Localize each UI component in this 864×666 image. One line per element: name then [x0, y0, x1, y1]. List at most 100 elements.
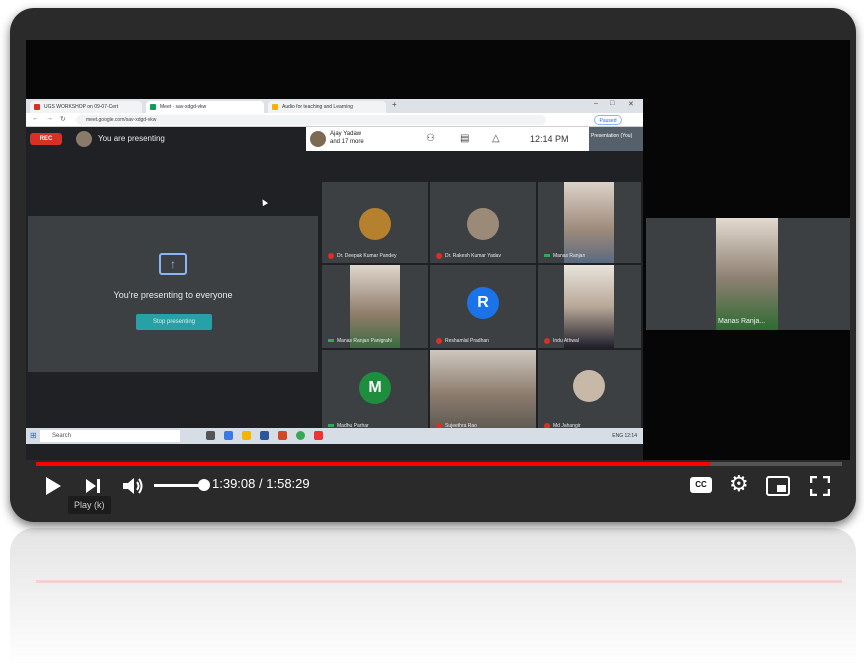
mic-on-icon — [328, 424, 334, 428]
pinned-participant-tile[interactable]: Manas Ranja... — [646, 218, 850, 330]
participant-name: Ajay Yadaw — [330, 131, 362, 137]
browser-tab[interactable]: Audio for teaching and Learning — [268, 101, 386, 113]
captions-icon[interactable]: CC — [690, 477, 712, 493]
participant-name: Manas Ranja... — [718, 318, 766, 325]
meet-toolbar: Ajay Yadaw and 17 more ⚇ ▤ △ 12:14 PM Pr… — [306, 127, 643, 151]
volume-slider[interactable] — [154, 484, 204, 487]
participant-video — [716, 218, 778, 330]
mic-muted-icon — [436, 337, 442, 344]
time-display: 1:39:08 / 1:58:29 — [212, 476, 310, 492]
tab-label: Audio for teaching and Learning — [282, 104, 353, 110]
tab-label: UGS WORKSHOP on 09-07-Cert — [44, 104, 119, 110]
name-text: Reshamlal Pradhan — [445, 338, 489, 344]
system-tray[interactable]: ENG 12:14 — [612, 431, 637, 441]
avatar: R — [467, 287, 499, 319]
duration: 1:58:29 — [266, 476, 310, 491]
profile-button[interactable]: Paused — [594, 115, 622, 125]
mic-on-icon — [328, 339, 334, 343]
reflection-progress — [36, 580, 842, 583]
miniplayer-icon[interactable] — [766, 476, 790, 496]
chat-icon[interactable]: ▤ — [460, 133, 469, 145]
meet-icon — [150, 104, 156, 110]
participant-tile[interactable]: M Madhu Parhar — [322, 350, 428, 433]
avatar — [76, 131, 92, 147]
browser-address-bar: ← → ↻ meet.google.com/sav-xdgd-vkw Pause… — [26, 113, 643, 127]
fullscreen-icon[interactable] — [810, 476, 830, 496]
stop-presenting-button[interactable]: Stop presenting — [136, 314, 212, 330]
browser-tab-strip: UGS WORKSHOP on 09-07-Cert Meet - sav-xd… — [26, 99, 643, 113]
volume-knob[interactable] — [198, 479, 210, 491]
search-placeholder: Search — [52, 433, 72, 439]
chrome-icon[interactable] — [296, 431, 305, 440]
participant-name: Manas Ranjan — [544, 252, 585, 260]
url-input[interactable]: meet.google.com/sav-xdgd-vkw — [76, 115, 546, 125]
participant-tile[interactable]: Manas Ranjan Panigrahi — [322, 265, 428, 348]
activities-icon[interactable]: △ — [492, 133, 500, 145]
tab-label: Meet - sav-xdgd-vkw — [160, 104, 207, 110]
participant-tile[interactable]: Md Jahangir — [538, 350, 641, 433]
present-screen-icon: ↑ — [159, 253, 187, 275]
browser-tab-active[interactable]: Meet - sav-xdgd-vkw — [146, 101, 264, 113]
video-area[interactable]: UGS WORKSHOP on 09-07-Cert Meet - sav-xd… — [26, 40, 850, 460]
participants-summary[interactable]: Ajay Yadaw and 17 more — [330, 130, 364, 146]
reload-icon[interactable]: ↻ — [60, 115, 66, 123]
participant-video — [350, 265, 400, 348]
windows-taskbar: ⊞ Search ENG 12:14 — [26, 428, 643, 444]
mouse-cursor-icon — [259, 197, 269, 207]
name-text: Manas Ranjan — [553, 253, 586, 259]
settings-icon[interactable]: ⚙ — [729, 472, 749, 496]
progress-played — [36, 462, 710, 466]
participant-tile[interactable]: R Reshamlal Pradhan — [430, 265, 536, 348]
participant-video — [430, 350, 536, 433]
people-icon[interactable]: ⚇ — [426, 133, 435, 145]
app-icon[interactable] — [314, 431, 323, 440]
windows-start-icon[interactable]: ⊞ — [30, 431, 37, 441]
mic-muted-icon — [544, 337, 550, 344]
reflection-gradient — [10, 528, 856, 666]
play-icon[interactable] — [44, 476, 62, 496]
progress-bar[interactable] — [36, 462, 842, 466]
participant-name: Manas Ranjan Panigrahi — [328, 337, 392, 345]
avatar — [310, 131, 326, 147]
name-text: Dr. Rakesh Kumar Yadav — [445, 253, 501, 259]
name-text: Dr. Deepak Kumar Pandey — [337, 253, 397, 259]
time-separator: / — [259, 476, 263, 491]
new-tab-icon[interactable]: + — [392, 100, 397, 109]
participant-tile[interactable]: Dr. Rakesh Kumar Yadav — [430, 182, 536, 263]
player-reflection — [10, 528, 856, 666]
participant-name: Dr. Rakesh Kumar Yadav — [436, 252, 501, 260]
word-icon[interactable] — [260, 431, 269, 440]
next-icon[interactable] — [84, 477, 102, 495]
close-icon[interactable]: ✕ — [628, 100, 634, 108]
maximize-icon[interactable]: □ — [610, 100, 614, 107]
mic-muted-icon — [328, 252, 334, 259]
name-text: Indu Athwal — [553, 338, 579, 344]
mic-on-icon — [544, 254, 550, 258]
player-controls: 1:39:08 / 1:58:29 CC ⚙ — [26, 468, 850, 504]
participant-tile[interactable]: Indu Athwal — [538, 265, 641, 348]
forward-icon[interactable]: → — [46, 115, 53, 122]
back-icon[interactable]: ← — [32, 115, 39, 122]
presentation-thumbnail[interactable]: Presentation (You) — [589, 127, 643, 151]
volume-icon[interactable] — [122, 476, 144, 496]
gmail-icon — [34, 104, 40, 110]
powerpoint-icon[interactable] — [278, 431, 287, 440]
taskbar-search-input[interactable]: Search — [40, 430, 180, 442]
slides-icon — [272, 104, 278, 110]
task-view-icon[interactable] — [206, 431, 215, 440]
participant-video — [564, 265, 614, 348]
participant-tile[interactable]: Dr. Deepak Kumar Pandey — [322, 182, 428, 263]
edge-icon[interactable] — [224, 431, 233, 440]
recording-badge: REC — [30, 133, 62, 145]
browser-tab[interactable]: UGS WORKSHOP on 09-07-Cert — [30, 101, 142, 113]
file-explorer-icon[interactable] — [242, 431, 251, 440]
participant-count: and 17 more — [330, 139, 364, 145]
participant-tile[interactable]: Manas Ranjan — [538, 182, 641, 263]
minimize-icon[interactable]: – — [594, 100, 598, 107]
presenting-panel: ↑ You're presenting to everyone Stop pre… — [28, 216, 318, 372]
mic-muted-icon — [436, 252, 442, 259]
participant-video — [564, 182, 614, 263]
play-tooltip: Play (k) — [68, 496, 111, 514]
current-time: 1:39:08 — [212, 476, 256, 491]
participant-tile[interactable]: Sujeethra Rao — [430, 350, 536, 433]
